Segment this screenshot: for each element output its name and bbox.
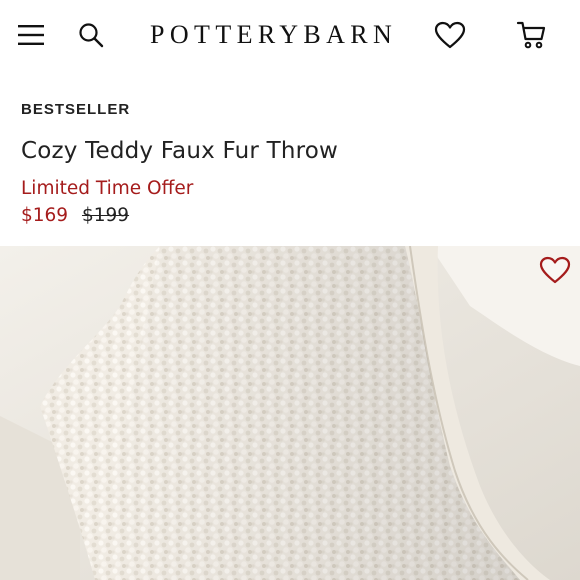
heart-icon[interactable] bbox=[433, 18, 467, 52]
cart-icon[interactable] bbox=[514, 18, 548, 52]
original-price: $199 bbox=[81, 205, 130, 226]
search-icon[interactable] bbox=[74, 18, 108, 52]
header: POTTERYBARN bbox=[0, 0, 580, 72]
bestseller-badge: BESTSELLER bbox=[21, 101, 131, 118]
sale-price: $169 bbox=[21, 205, 69, 226]
product-image[interactable] bbox=[0, 246, 580, 580]
product-title: Cozy Teddy Faux Fur Throw bbox=[21, 138, 339, 164]
hamburger-menu-icon[interactable] bbox=[14, 18, 48, 52]
offer-label: Limited Time Offer bbox=[21, 178, 194, 199]
price-row: $169 $199 bbox=[21, 205, 129, 226]
add-to-favorites-icon[interactable] bbox=[538, 253, 572, 287]
brand-logo[interactable]: POTTERYBARN bbox=[150, 20, 392, 50]
